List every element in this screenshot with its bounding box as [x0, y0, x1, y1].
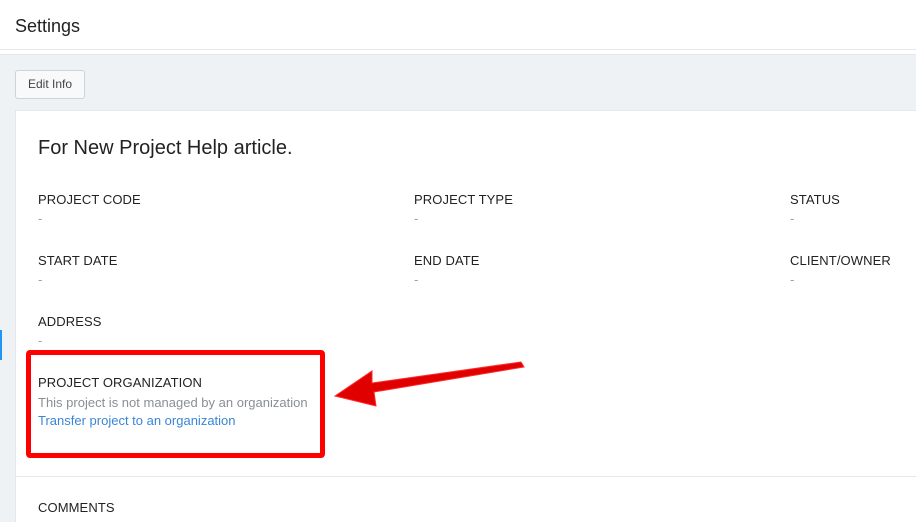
project-code-label: PROJECT CODE [38, 192, 141, 207]
page-header: Settings [0, 0, 916, 50]
section-divider [16, 476, 916, 477]
transfer-organization-link[interactable]: Transfer project to an organization [38, 413, 308, 428]
end-date-label: END DATE [414, 253, 480, 268]
project-code-field: PROJECT CODE - [38, 192, 141, 226]
left-gutter [0, 110, 15, 522]
end-date-value: - [414, 272, 419, 287]
left-accent-bar [0, 330, 2, 360]
project-type-label: PROJECT TYPE [414, 192, 513, 207]
client-owner-value: - [790, 272, 795, 287]
page-title: Settings [15, 16, 81, 36]
address-label: ADDRESS [38, 314, 102, 329]
toolbar: Edit Info [0, 54, 916, 110]
comments-field: COMMENTS [38, 500, 115, 515]
project-type-field: PROJECT TYPE - [414, 192, 513, 226]
start-date-field: START DATE - [38, 253, 118, 287]
project-type-value: - [414, 211, 419, 226]
end-date-field: END DATE - [414, 253, 480, 287]
address-field: ADDRESS - [38, 314, 102, 348]
start-date-label: START DATE [38, 253, 118, 268]
address-value: - [38, 333, 43, 348]
client-owner-label: CLIENT/OWNER [790, 253, 891, 268]
organization-description: This project is not managed by an organi… [38, 395, 308, 410]
start-date-value: - [38, 272, 43, 287]
project-info-card [15, 110, 916, 522]
project-title: For New Project Help article. [38, 137, 293, 159]
client-owner-field: CLIENT/OWNER - [790, 253, 891, 287]
project-code-value: - [38, 211, 43, 226]
project-organization-field: PROJECT ORGANIZATION This project is not… [38, 375, 308, 428]
edit-info-button[interactable]: Edit Info [15, 70, 85, 99]
status-field: STATUS - [790, 192, 840, 226]
project-organization-label: PROJECT ORGANIZATION [38, 375, 203, 390]
status-value: - [790, 211, 795, 226]
status-label: STATUS [790, 192, 840, 207]
comments-label: COMMENTS [38, 500, 115, 515]
